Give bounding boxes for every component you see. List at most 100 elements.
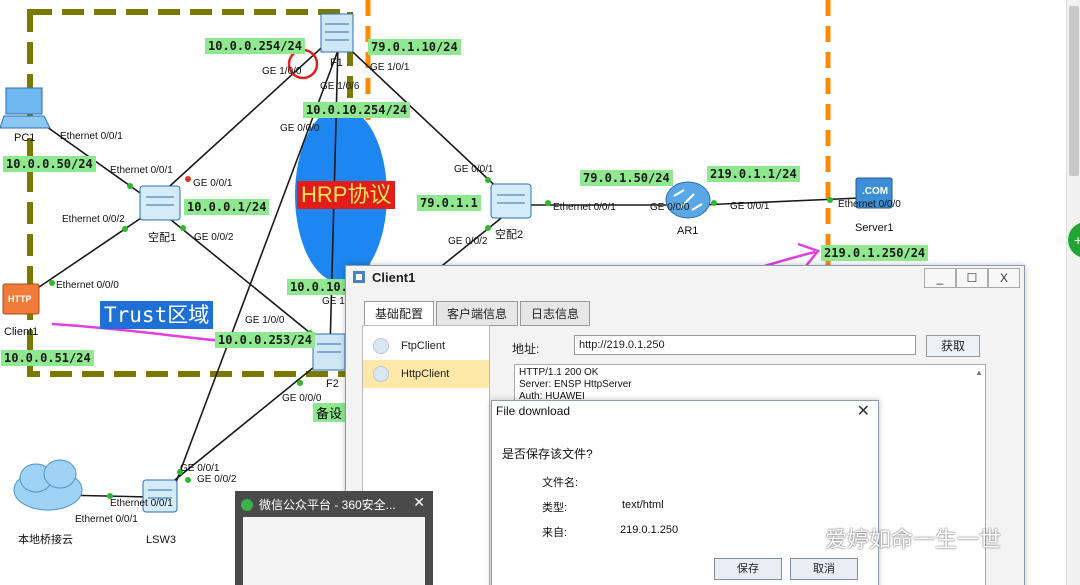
address-input[interactable]: http://219.0.1.250	[574, 335, 916, 355]
type-value: text/html	[622, 499, 664, 511]
port-sw2-eth: Ethernet 0/0/1	[553, 202, 616, 213]
port-sw2-ge002: GE 0/0/2	[448, 236, 488, 247]
taskbar-preview-title-row: 微信公众平台 - 360安全...	[241, 496, 396, 513]
addr-sw2[interactable]: 79.0.1.1	[417, 195, 481, 211]
port-ar1-ge001: GE 0/0/1	[730, 201, 770, 212]
port-sw1-ge002: GE 0/0/2	[194, 232, 234, 243]
device-name-lsw3[interactable]: LSW3	[146, 534, 176, 546]
dialog-close-icon[interactable]: ✕	[857, 401, 870, 421]
addr-client1[interactable]: 10.0.0.51/24	[1, 350, 94, 366]
type-label: 类型:	[542, 502, 568, 514]
device-name-client1[interactable]: Client1	[4, 326, 38, 338]
ftp-icon	[373, 338, 389, 354]
addr-ar1-g000[interactable]: 79.0.1.50/24	[580, 170, 673, 186]
addr-ar1-g001[interactable]: 219.0.1.1/24	[707, 166, 800, 182]
http-icon-text: HTTP	[8, 294, 32, 304]
http-icon	[373, 366, 389, 382]
client1-titlebar[interactable]: Client1	[346, 266, 1024, 288]
port-fw2-ge100: GE 1/0/0	[245, 315, 285, 326]
port-lsw3-ge001: GE 0/0/1	[180, 463, 220, 474]
port-ar1-ge000: GE 0/0/0	[650, 202, 690, 213]
port-server-eth: Ethernet 0/0/0	[838, 199, 901, 210]
port-lsw3-ge002: GE 0/0/2	[197, 474, 237, 485]
port-fw1-ge000: GE 0/0/0	[280, 123, 320, 134]
fw2-device-icon	[312, 333, 346, 371]
fw1-device-icon	[320, 13, 354, 53]
ftpclient-label: FtpClient	[401, 340, 446, 352]
device-name-fw1[interactable]: F1	[330, 57, 343, 69]
wechat-logo-icon	[786, 526, 818, 549]
taskbar-preview-close-icon[interactable]: ✕	[413, 494, 425, 511]
port-fw2-ge1: GE 1.	[322, 296, 348, 307]
addr-fw1-g100[interactable]: 10.0.0.254/24	[205, 38, 305, 54]
device-name-cloud[interactable]: 本地桥接云	[18, 531, 73, 547]
device-name-pc1[interactable]: PC1	[14, 132, 35, 144]
taskbar-preview[interactable]: 微信公众平台 - 360安全... ✕	[235, 491, 433, 585]
device-name-ar1[interactable]: AR1	[677, 225, 698, 237]
com-icon-text: .COM	[862, 186, 889, 197]
port-fw1-ge100: GE 1/0/0	[262, 66, 302, 77]
addr-fw1-g106[interactable]: 10.0.10.254/24	[303, 102, 411, 118]
tab-strip: 基础配置 客户端信息 日志信息	[364, 301, 592, 326]
addr-fw2-partial[interactable]: 10.0.10.	[287, 279, 351, 295]
addr-fw2-g100[interactable]: 10.0.0.253/24	[215, 332, 315, 348]
response-line: Server: ENSP HttpServer	[519, 379, 632, 390]
port-sw2-ge001: GE 0/0/1	[454, 164, 494, 175]
device-name-server1[interactable]: Server1	[855, 222, 894, 234]
ensp-topology-canvas[interactable]: HTTP .COM 10.0.0.254/24 79.0.1.10/24 10.…	[0, 0, 1080, 585]
app-icon	[353, 271, 365, 283]
addr-sw1[interactable]: 10.0.0.1/24	[184, 199, 270, 215]
link-ar1-server	[699, 197, 861, 206]
port-client-eth: Ethernet 0/0/0	[56, 280, 119, 291]
list-item-ftpclient[interactable]: FtpClient	[363, 332, 489, 360]
addr-pc1[interactable]: 10.0.0.50/24	[3, 156, 96, 172]
addr-server1[interactable]: 219.0.1.250/24	[821, 245, 929, 261]
scroll-thumb[interactable]	[1069, 6, 1079, 176]
file-download-dialog[interactable]: File download ✕ 是否保存该文件? 文件名: 类型: text/h…	[491, 400, 879, 585]
from-value: 219.0.1.250	[620, 524, 679, 536]
maximize-button[interactable]: ☐	[956, 268, 988, 288]
cancel-button[interactable]: 取消	[790, 558, 858, 580]
port-cloud-eth: Ethernet 0/0/1	[75, 514, 138, 525]
port-fw1-ge101: GE 1/0/1	[370, 62, 410, 73]
address-label: 地址:	[512, 342, 540, 356]
taskbar-preview-image	[243, 517, 425, 585]
list-item-httpclient[interactable]: HttpClient	[363, 360, 489, 388]
taskbar-preview-title: 微信公众平台 - 360安全...	[259, 498, 396, 512]
device-name-fw2[interactable]: F2	[326, 378, 339, 390]
port-fw1-ge106: GE 1/0/6	[320, 81, 360, 92]
port-lsw3-eth001: Ethernet 0/0/1	[110, 498, 173, 509]
tab-client-info[interactable]: 客户端信息	[436, 301, 519, 326]
from-label: 来自:	[542, 527, 568, 539]
sw1-device-icon	[139, 185, 181, 221]
device-name-sw1[interactable]: 空配1	[148, 229, 176, 245]
backup-label[interactable]: 备设	[313, 403, 346, 422]
save-button[interactable]: 保存	[714, 558, 782, 580]
client1-title: Client1	[372, 269, 416, 285]
addr-fw1-g101[interactable]: 79.0.1.10/24	[368, 39, 461, 55]
sw2-device-icon	[490, 183, 532, 219]
hrp-protocol-label[interactable]: HRP协议	[297, 181, 396, 209]
pc1-device-icon	[0, 87, 51, 129]
cloud-device-icon	[13, 459, 83, 511]
port-sw1-eth002: Ethernet 0/0/2	[62, 214, 125, 225]
vertical-scrollbar[interactable]	[1066, 0, 1080, 585]
watermark-text: 爱婷如命一生一世	[825, 527, 1002, 552]
port-pc1-eth: Ethernet 0/0/1	[60, 131, 123, 142]
scroll-up-icon[interactable]: ▲	[975, 367, 983, 379]
fetch-button[interactable]: 获取	[926, 335, 980, 357]
tab-basic-config[interactable]: 基础配置	[364, 301, 435, 326]
tab-log-info[interactable]: 日志信息	[520, 301, 591, 326]
dialog-title: File download	[496, 404, 571, 418]
browser-icon	[241, 498, 253, 511]
watermark: 爱婷如命一生一世	[785, 522, 1001, 554]
port-sw1-eth001: Ethernet 0/0/1	[110, 165, 173, 176]
device-name-sw2[interactable]: 空配2	[495, 226, 523, 242]
response-line: HTTP/1.1 200 OK	[519, 367, 599, 378]
trust-zone-label[interactable]: Trust区域	[100, 301, 214, 329]
minimize-button[interactable]: _	[924, 268, 956, 288]
filename-label: 文件名:	[542, 477, 579, 489]
save-question: 是否保存该文件?	[502, 447, 593, 461]
close-button[interactable]: X	[988, 268, 1020, 288]
httpclient-label: HttpClient	[401, 368, 450, 380]
